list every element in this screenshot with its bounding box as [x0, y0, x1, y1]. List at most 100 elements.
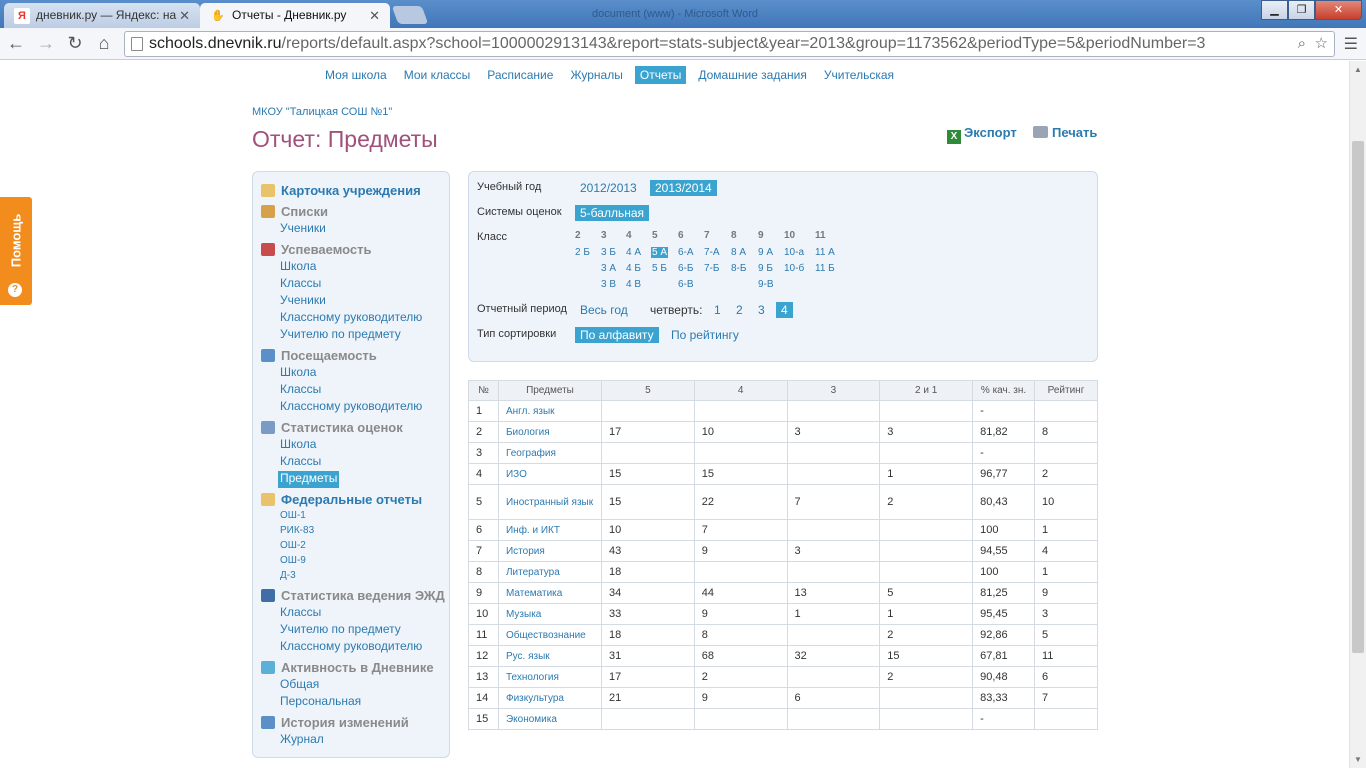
sidebar-item[interactable]: Классному руководителю: [280, 639, 445, 656]
topnav-item[interactable]: Журналы: [565, 66, 627, 84]
topnav-item[interactable]: Мои классы: [399, 66, 476, 84]
minimize-icon[interactable]: ▁: [1261, 0, 1288, 20]
subject-link[interactable]: Биология: [506, 427, 550, 438]
class-option[interactable]: 10-б: [783, 263, 805, 274]
scroll-down-icon[interactable]: ▼: [1354, 755, 1362, 764]
subject-link[interactable]: Инф. и ИКТ: [506, 525, 560, 536]
address-bar[interactable]: schools.dnevnik.ru/reports/default.aspx?…: [124, 31, 1335, 57]
class-option[interactable]: 9 А: [757, 247, 774, 258]
sidebar-item[interactable]: Персональная: [280, 694, 434, 711]
class-option[interactable]: 6-Б: [677, 263, 694, 274]
class-option[interactable]: 7-А: [703, 247, 721, 258]
topnav-item[interactable]: Домашние задания: [693, 66, 812, 84]
year-option-2012[interactable]: 2012/2013: [575, 180, 642, 196]
sidebar-item[interactable]: Классному руководителю: [280, 310, 422, 327]
sidebar-item[interactable]: ОШ-9: [280, 554, 422, 569]
sidebar-item[interactable]: Учителю по предмету: [280, 327, 422, 344]
vertical-scrollbar[interactable]: ▲ ▼: [1349, 61, 1366, 768]
subject-link[interactable]: Рус. язык: [506, 651, 550, 662]
subject-link[interactable]: Иностранный язык: [506, 497, 593, 508]
class-option[interactable]: 4 В: [625, 279, 642, 290]
class-option[interactable]: 4 Б: [625, 263, 642, 274]
subject-link[interactable]: История: [506, 546, 545, 557]
sidebar-item[interactable]: Школа: [280, 437, 403, 454]
class-option[interactable]: 6-А: [677, 247, 695, 258]
scrollbar-thumb[interactable]: [1352, 141, 1364, 653]
period-all-year[interactable]: Весь год: [575, 302, 633, 318]
class-option[interactable]: 6-В: [677, 279, 695, 290]
class-option[interactable]: 7-Б: [703, 263, 720, 274]
browser-tab-yandex[interactable]: Я дневник.ру — Яндекс: на ✕: [4, 3, 200, 28]
quarter-3[interactable]: 3: [753, 302, 770, 318]
class-option[interactable]: 10-а: [783, 247, 805, 258]
reload-icon[interactable]: ↻: [63, 33, 87, 54]
class-option[interactable]: 2 Б: [574, 247, 591, 258]
maximize-icon[interactable]: ❐: [1288, 0, 1315, 20]
class-option[interactable]: 3 Б: [600, 247, 617, 258]
subject-link[interactable]: Англ. язык: [506, 406, 555, 417]
class-option[interactable]: 3 А: [600, 263, 617, 274]
export-link[interactable]: X Экспорт: [947, 125, 1017, 144]
sidebar-section-title[interactable]: Статистика оценок: [260, 420, 403, 437]
browser-menu-icon[interactable]: ☰: [1344, 34, 1358, 54]
sidebar-item[interactable]: Школа: [280, 259, 422, 276]
close-window-icon[interactable]: ✕: [1315, 0, 1362, 20]
sidebar-section-title[interactable]: Карточка учреждения: [260, 183, 421, 200]
quarter-4[interactable]: 4: [776, 302, 793, 318]
search-icon[interactable]: ⌕: [1298, 32, 1306, 56]
sidebar-section-title[interactable]: Активность в Дневнике: [260, 660, 434, 677]
sort-rating[interactable]: По рейтингу: [666, 327, 744, 343]
new-tab-button[interactable]: [391, 6, 429, 24]
home-icon[interactable]: ⌂: [92, 33, 116, 54]
sidebar-item[interactable]: Классному руководителю: [280, 399, 422, 416]
subject-link[interactable]: Технология: [506, 672, 559, 683]
close-tab-icon[interactable]: ✕: [369, 3, 380, 28]
sidebar-item[interactable]: Предметы: [278, 471, 340, 488]
sidebar-item[interactable]: Общая: [280, 677, 434, 694]
sort-alphabet[interactable]: По алфавиту: [575, 327, 659, 343]
sidebar-item[interactable]: РИК-83: [280, 524, 422, 539]
print-link[interactable]: Печать: [1033, 125, 1097, 140]
sidebar-section-title[interactable]: Посещаемость: [260, 348, 422, 365]
sidebar-item[interactable]: Ученики: [280, 221, 328, 238]
scroll-up-icon[interactable]: ▲: [1354, 65, 1362, 74]
class-option[interactable]: 5 А: [651, 247, 669, 258]
browser-tab-reports[interactable]: ✋ Отчеты - Дневник.ру ✕: [200, 3, 390, 28]
subject-link[interactable]: Физкультура: [506, 693, 564, 704]
sidebar-item[interactable]: ОШ-1: [280, 509, 422, 524]
help-tab[interactable]: Помощь ?: [0, 197, 32, 305]
subject-link[interactable]: Экономика: [506, 714, 557, 725]
sidebar-section-title[interactable]: История изменений: [260, 715, 409, 732]
topnav-item[interactable]: Расписание: [482, 66, 558, 84]
subject-link[interactable]: ИЗО: [506, 469, 527, 480]
topnav-item[interactable]: Отчеты: [634, 66, 687, 84]
quarter-1[interactable]: 1: [709, 302, 726, 318]
sidebar-section-title[interactable]: Списки: [260, 204, 328, 221]
close-tab-icon[interactable]: ✕: [179, 3, 190, 28]
sidebar-item[interactable]: Школа: [280, 365, 422, 382]
subject-link[interactable]: География: [506, 448, 556, 459]
scale-option[interactable]: 5-балльная: [575, 205, 649, 221]
sidebar-item[interactable]: Классы: [280, 454, 403, 471]
bookmark-star-icon[interactable]: ☆: [1315, 32, 1328, 56]
back-arrow-icon[interactable]: ←: [4, 33, 28, 54]
class-option[interactable]: 11 Б: [814, 263, 836, 274]
sidebar-item[interactable]: Д-3: [280, 569, 422, 584]
sidebar-section-title[interactable]: Статистика ведения ЭЖД: [260, 588, 445, 605]
school-name[interactable]: МКОУ "Талицкая СОШ №1": [252, 106, 392, 118]
class-option[interactable]: 11 А: [814, 247, 836, 258]
year-option-2013[interactable]: 2013/2014: [650, 180, 717, 196]
topnav-item[interactable]: Моя школа: [320, 66, 392, 84]
sidebar-item[interactable]: Журнал: [280, 732, 409, 749]
subject-link[interactable]: Литература: [506, 567, 560, 578]
sidebar-item[interactable]: ОШ-2: [280, 539, 422, 554]
topnav-item[interactable]: Учительская: [819, 66, 899, 84]
subject-link[interactable]: Музыка: [506, 609, 541, 620]
class-option[interactable]: 5 Б: [651, 263, 668, 274]
class-option[interactable]: 8 А: [730, 247, 747, 258]
sidebar-item[interactable]: Классы: [280, 605, 445, 622]
sidebar-item[interactable]: Классы: [280, 276, 422, 293]
quarter-2[interactable]: 2: [731, 302, 748, 318]
class-option[interactable]: 8-Б: [730, 263, 747, 274]
forward-arrow-icon[interactable]: →: [34, 33, 58, 54]
